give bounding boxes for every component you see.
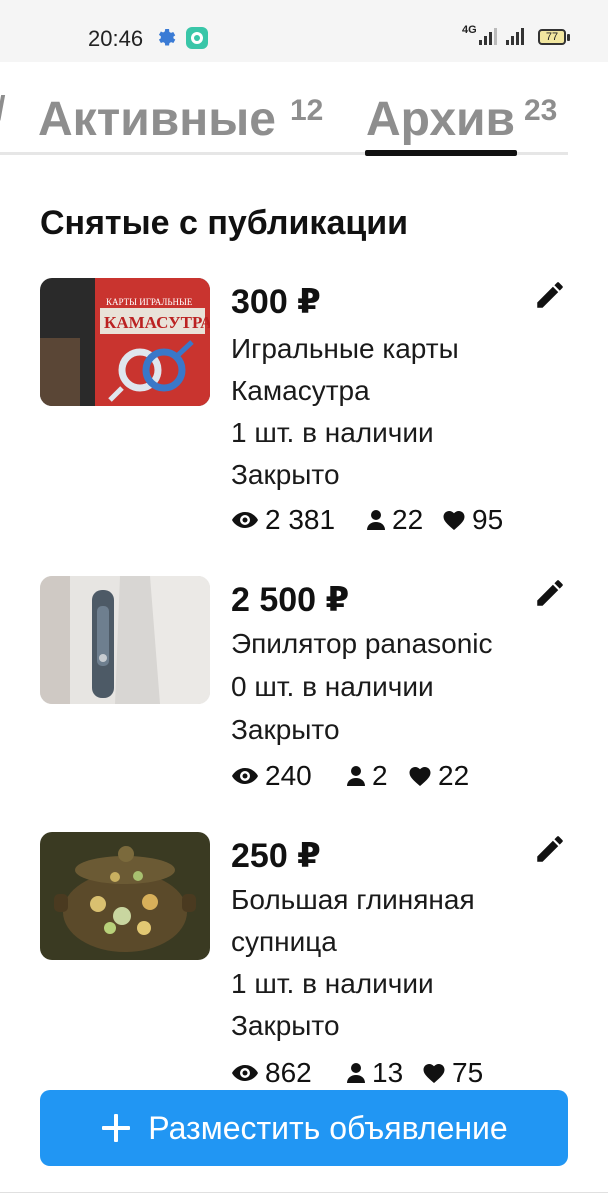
listing-photo[interactable]: КАРТЫ ИГРАЛЬНЫЕ КАМАСУТРА xyxy=(40,278,210,406)
contacts-count: 13 xyxy=(372,1057,404,1088)
listing-title: Эпилятор panasonic xyxy=(231,628,493,659)
listing-stock: 0 шт. в наличии xyxy=(231,671,434,702)
eye-icon xyxy=(232,768,258,784)
eye-icon xyxy=(232,1065,258,1081)
status-time: 20:46 xyxy=(88,26,144,51)
signal-icon xyxy=(506,28,524,45)
listing-price: 250 ₽ xyxy=(231,837,321,875)
tab-archive-count: 23 xyxy=(524,94,558,127)
plus-icon xyxy=(102,1114,131,1142)
tab-archive[interactable]: Архив xyxy=(366,92,515,147)
favorites-count: 95 xyxy=(472,504,504,535)
bottom-divider xyxy=(0,1192,608,1193)
favorites-count: 75 xyxy=(452,1057,484,1088)
tab-selected-indicator xyxy=(365,150,517,156)
listing-photo[interactable] xyxy=(40,832,210,960)
listing-title: супница xyxy=(231,926,337,957)
post-listing-button[interactable]: Разместить объявление xyxy=(40,1090,568,1166)
heart-icon xyxy=(423,1064,445,1083)
battery-tip xyxy=(567,34,570,41)
tab-active[interactable]: Активные xyxy=(38,92,276,147)
person-icon xyxy=(347,1063,365,1083)
network-type: 4G xyxy=(462,24,477,36)
listing-price: 2 500 ₽ xyxy=(231,581,350,619)
views-count: 862 xyxy=(265,1057,312,1088)
edit-icon[interactable] xyxy=(533,278,567,312)
listing-price: 300 ₽ xyxy=(231,283,321,321)
post-listing-label: Разместить объявление xyxy=(148,1109,508,1146)
eye-icon xyxy=(232,512,258,528)
tab-active-count: 12 xyxy=(290,94,324,127)
listing-status: Закрыто xyxy=(231,714,340,745)
battery-icon: 77 xyxy=(538,29,566,45)
favorites-count: 22 xyxy=(438,760,470,791)
listing-status: Закрыто xyxy=(231,1010,340,1041)
contacts-count: 22 xyxy=(392,504,424,535)
listing-title: Большая глиняная xyxy=(231,884,475,915)
heart-icon xyxy=(443,511,465,530)
listing-status: Закрыто xyxy=(231,459,340,490)
listing-stock: 1 шт. в наличии xyxy=(231,968,434,999)
svg-text:КАРТЫ ИГРАЛЬНЫЕ: КАРТЫ ИГРАЛЬНЫЕ xyxy=(106,297,193,307)
views-count: 240 xyxy=(265,760,312,791)
section-title: Снятые с публикации xyxy=(40,204,409,242)
signal-icon xyxy=(479,28,497,45)
person-icon xyxy=(367,510,385,530)
status-bar: 20:46 4G 77 xyxy=(0,0,608,62)
listing-stock: 1 шт. в наличии xyxy=(231,417,434,448)
previous-tab-edge: / xyxy=(0,90,5,129)
listing-photo[interactable] xyxy=(40,576,210,704)
person-icon xyxy=(347,766,365,786)
app-notification-icon xyxy=(186,27,208,49)
contacts-count: 2 xyxy=(372,760,388,791)
heart-icon xyxy=(409,767,431,786)
edit-icon[interactable] xyxy=(533,576,567,610)
listing-title: Камасутра xyxy=(231,375,370,406)
gear-icon xyxy=(158,28,176,46)
views-count: 2 381 xyxy=(265,504,336,535)
svg-text:КАМАСУТРА: КАМАСУТРА xyxy=(104,313,210,332)
listing-title: Игральные карты xyxy=(231,333,459,364)
edit-icon[interactable] xyxy=(533,832,567,866)
